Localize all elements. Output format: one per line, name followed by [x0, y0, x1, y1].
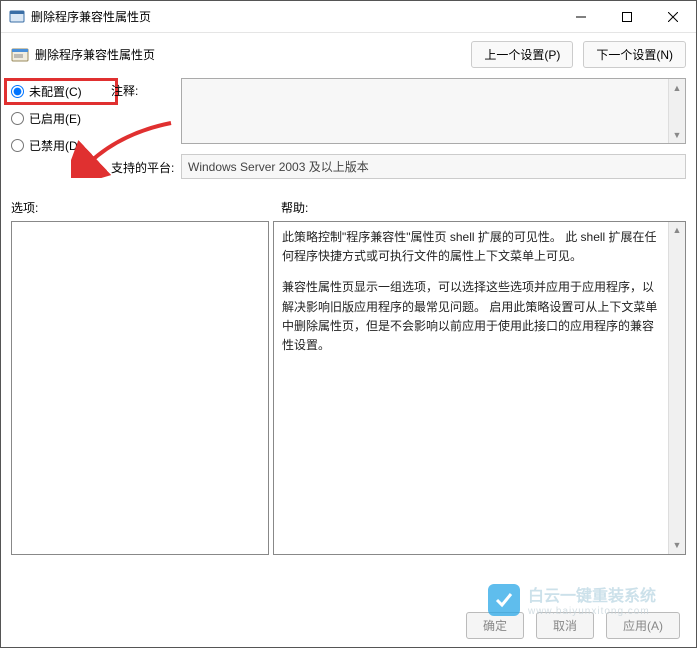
prev-setting-button[interactable]: 上一个设置(P): [471, 41, 573, 68]
platforms-field: Windows Server 2003 及以上版本: [181, 154, 686, 179]
help-panel: 此策略控制"程序兼容性"属性页 shell 扩展的可见性。 此 shell 扩展…: [273, 221, 686, 555]
page-title: 删除程序兼容性属性页: [35, 46, 155, 63]
window-title: 删除程序兼容性属性页: [31, 8, 151, 25]
help-label: 帮助:: [281, 199, 308, 216]
next-setting-button[interactable]: 下一个设置(N): [583, 41, 686, 68]
comment-label: 注释:: [111, 82, 138, 99]
field-labels: 注释: 支持的平台:: [111, 78, 181, 179]
scroll-up-icon[interactable]: ▲: [669, 79, 685, 96]
cancel-button[interactable]: 取消: [536, 612, 594, 639]
titlebar: 删除程序兼容性属性页: [1, 1, 696, 33]
radio-disabled-input[interactable]: [11, 139, 24, 152]
help-paragraph: 此策略控制"程序兼容性"属性页 shell 扩展的可见性。 此 shell 扩展…: [282, 228, 665, 266]
radio-not-configured-input[interactable]: [11, 85, 24, 98]
radio-disabled[interactable]: 已禁用(D): [11, 137, 111, 154]
scrollbar[interactable]: ▲ ▼: [668, 79, 685, 143]
radio-disabled-label: 已禁用(D): [29, 137, 82, 154]
help-paragraph: 兼容性属性页显示一组选项，可以选择这些选项并应用于应用程序，以解决影响旧版应用程…: [282, 278, 665, 355]
header-row: 删除程序兼容性属性页 上一个设置(P) 下一个设置(N): [1, 33, 696, 78]
apply-button[interactable]: 应用(A): [606, 612, 680, 639]
close-button[interactable]: [650, 1, 696, 32]
platforms-label: 支持的平台:: [111, 159, 174, 176]
app-icon: [9, 9, 25, 25]
scroll-down-icon[interactable]: ▼: [669, 126, 685, 143]
field-values: ▲ ▼ Windows Server 2003 及以上版本: [181, 78, 686, 179]
options-panel: [11, 221, 269, 555]
radio-enabled[interactable]: 已启用(E): [11, 110, 111, 127]
minimize-button[interactable]: [558, 1, 604, 32]
radio-enabled-input[interactable]: [11, 112, 24, 125]
radio-group: 未配置(C) 已启用(E) 已禁用(D): [11, 78, 111, 179]
lower-labels: 选项: 帮助:: [1, 189, 696, 221]
watermark-icon: [488, 584, 520, 616]
scrollbar[interactable]: ▲ ▼: [668, 222, 685, 554]
footer-buttons: 确定 取消 应用(A): [466, 612, 680, 639]
window-controls: [558, 1, 696, 32]
maximize-button[interactable]: [604, 1, 650, 32]
scroll-down-icon[interactable]: ▼: [669, 537, 685, 554]
lower-panels: 此策略控制"程序兼容性"属性页 shell 扩展的可见性。 此 shell 扩展…: [1, 221, 696, 555]
policy-icon: [11, 46, 29, 64]
options-label: 选项:: [11, 199, 281, 216]
radio-not-configured-label: 未配置(C): [29, 83, 82, 100]
watermark-title: 白云一键重装系统: [528, 582, 656, 606]
ok-button[interactable]: 确定: [466, 612, 524, 639]
radio-not-configured[interactable]: 未配置(C): [4, 78, 118, 105]
radio-enabled-label: 已启用(E): [29, 110, 81, 127]
comment-textarea[interactable]: ▲ ▼: [181, 78, 686, 144]
config-section: 未配置(C) 已启用(E) 已禁用(D) 注释: 支持的平台: ▲ ▼ Wind…: [1, 78, 696, 189]
scroll-up-icon[interactable]: ▲: [669, 222, 685, 239]
